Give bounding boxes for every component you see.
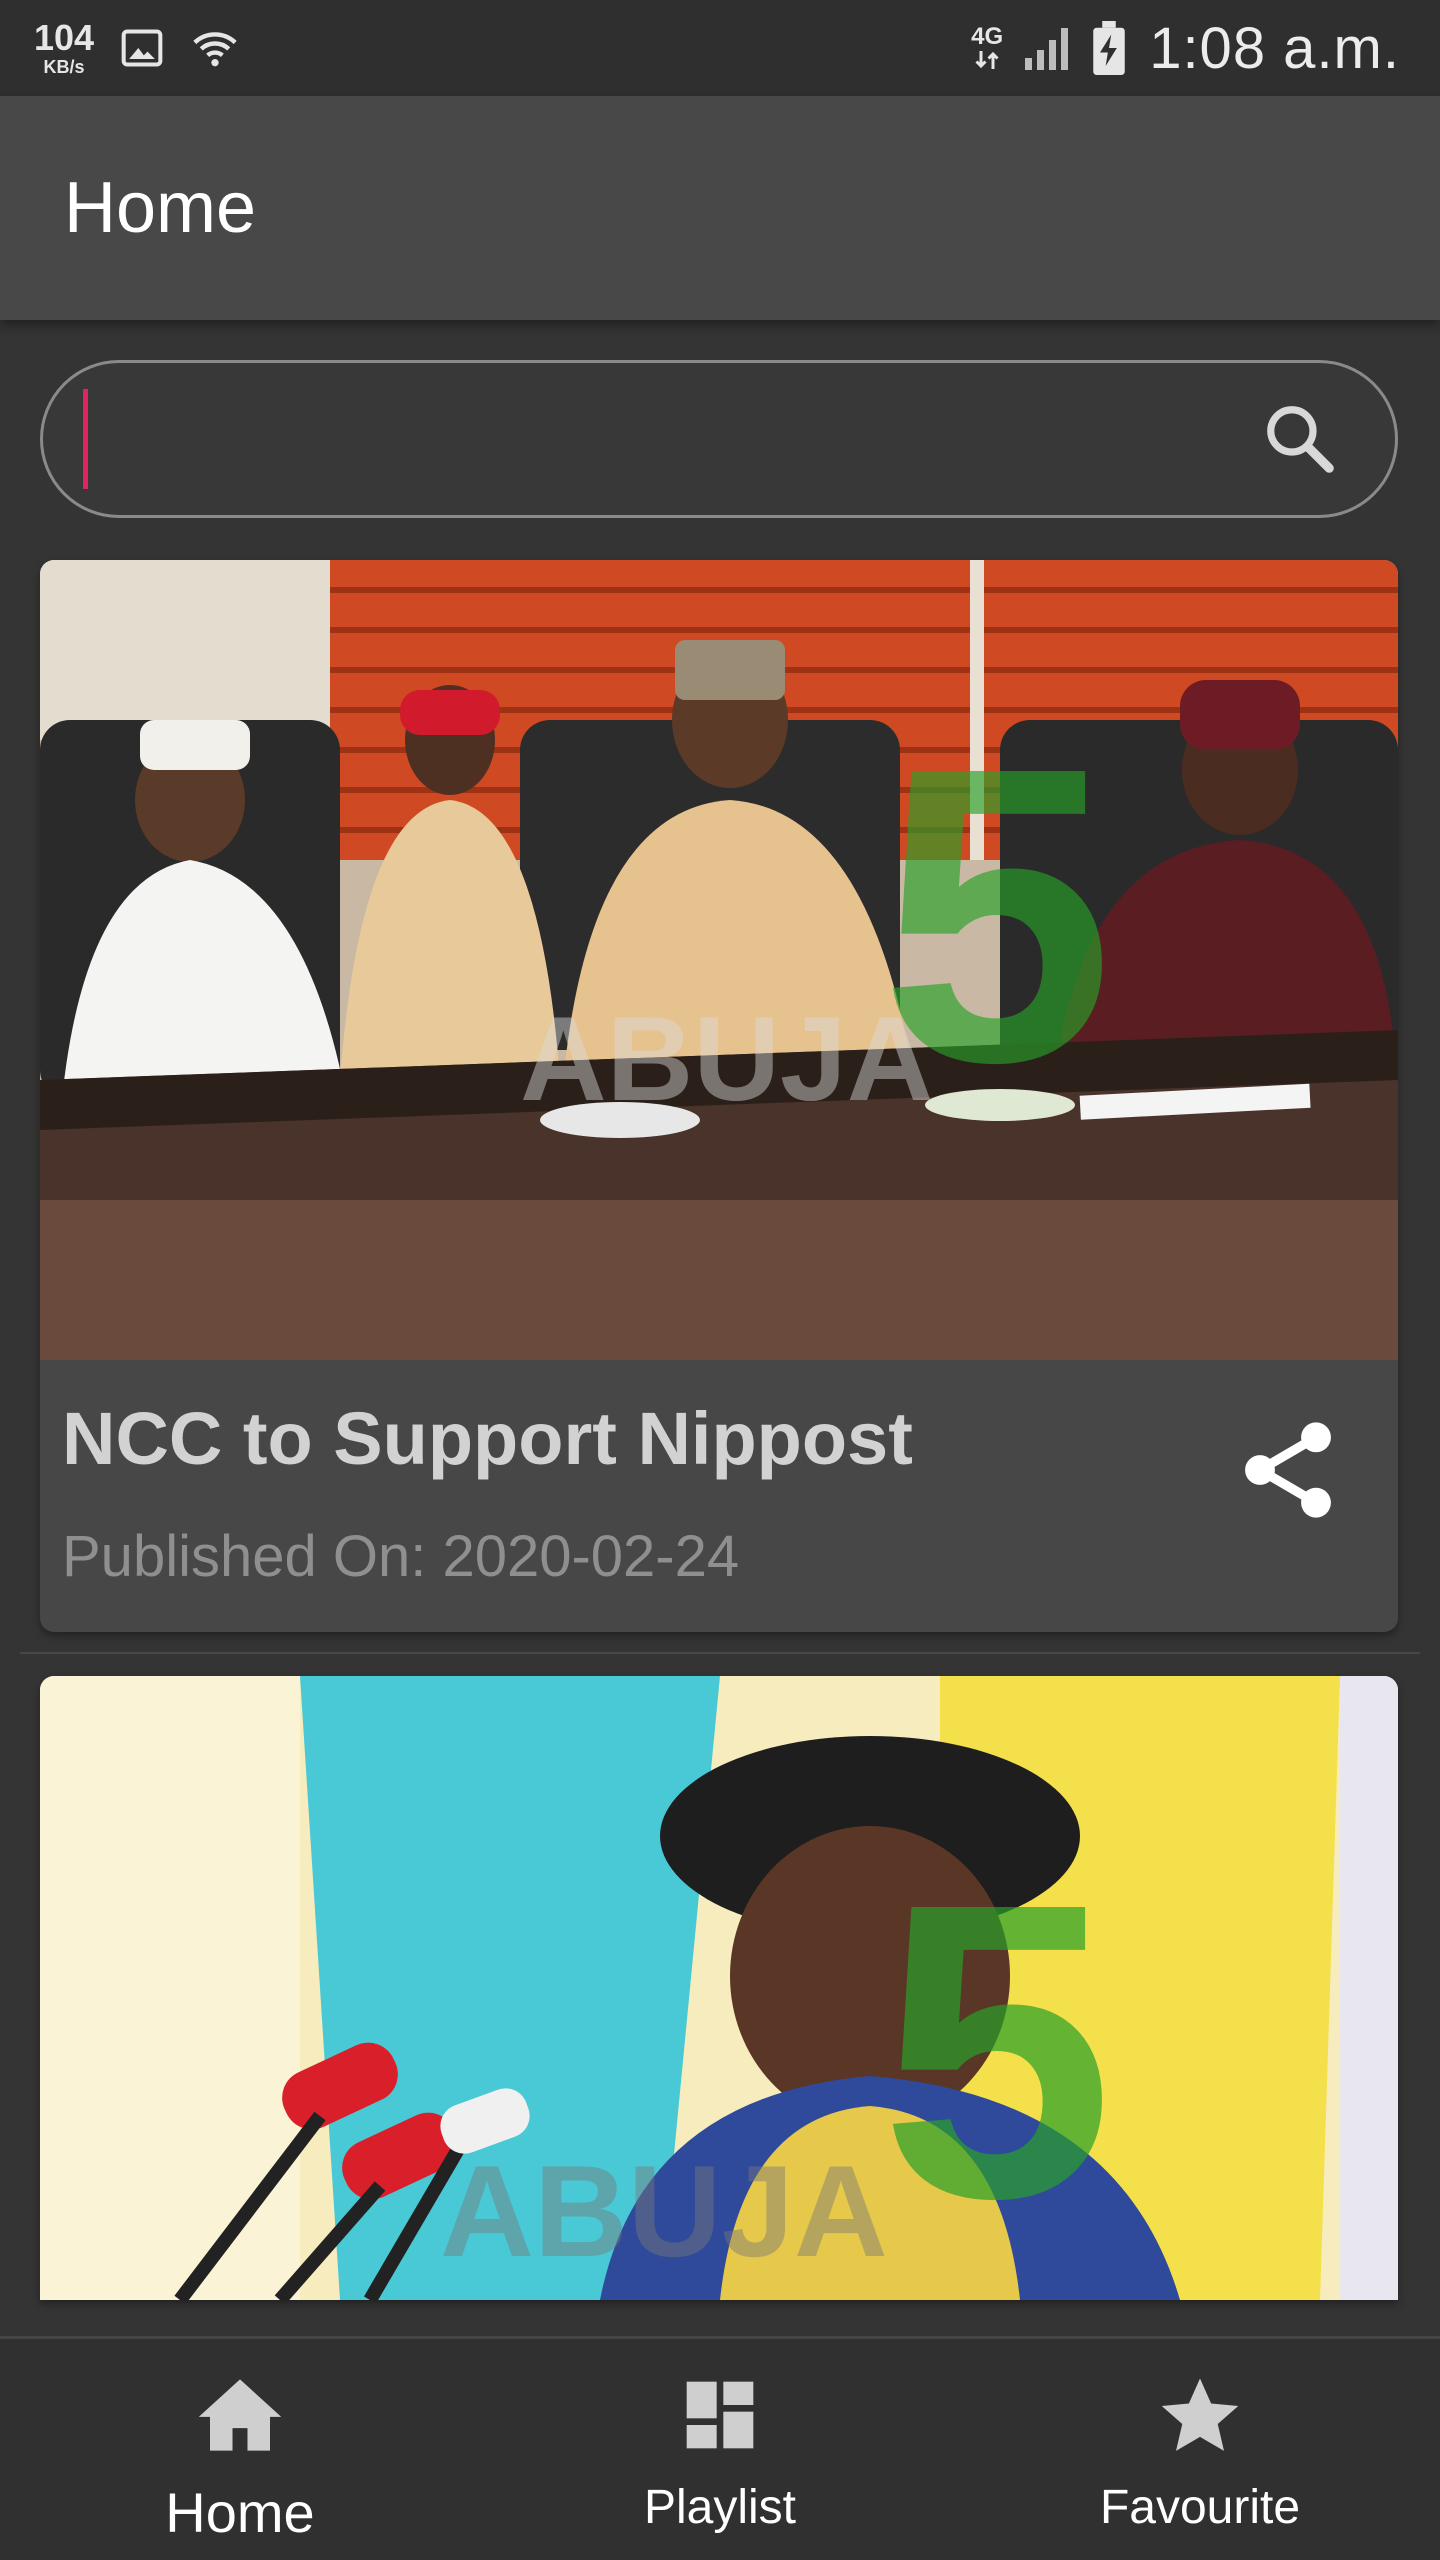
wifi-icon <box>190 26 240 70</box>
playlist-icon <box>680 2375 760 2460</box>
video-published-date: Published On: 2020-02-24 <box>62 1524 740 1589</box>
status-bar-right: 4G 1:08 a.m. <box>971 15 1400 82</box>
video-info: NCC to Support Nippost Published On: 202… <box>40 1360 1398 1632</box>
nav-item-favourite[interactable]: Favourite <box>1020 2339 1380 2560</box>
app-bar: Home <box>0 96 1440 320</box>
status-bar: 104 KB/s 4G 1:08 a.m. <box>0 0 1440 96</box>
page-title: Home <box>64 168 257 248</box>
nav-item-playlist[interactable]: Playlist <box>540 2339 900 2560</box>
network-speed-unit: KB/s <box>43 57 85 77</box>
thumbnail-image-meeting: ABUJA 5 <box>40 560 1398 1360</box>
nav-label-home: Home <box>165 2481 315 2544</box>
nav-label-playlist: Playlist <box>643 2481 797 2534</box>
bottom-navigation: Home Playlist Favourite <box>0 2336 1440 2560</box>
status-bar-left: 104 KB/s <box>34 20 266 76</box>
signal-icon <box>1021 23 1073 73</box>
search-input[interactable] <box>83 389 1255 489</box>
watermark-city: ABUJA <box>520 992 933 1126</box>
list-divider <box>20 1652 1420 1654</box>
home-icon <box>195 2375 285 2460</box>
share-icon[interactable] <box>1226 1408 1350 1532</box>
network-speed: 104 KB/s <box>34 17 95 77</box>
search-bar <box>40 360 1398 518</box>
battery-charging-icon <box>1091 21 1127 75</box>
status-clock: 1:08 a.m. <box>1149 15 1400 81</box>
network-type-label: 4G <box>971 23 1004 50</box>
image-icon <box>120 26 164 70</box>
video-thumbnail[interactable]: ABUJA 5 <box>40 560 1398 1360</box>
network-type-icon: 4G <box>971 25 1003 71</box>
nav-label-favourite: Favourite <box>1099 2481 1301 2534</box>
search-icon[interactable] <box>1255 394 1345 484</box>
video-title[interactable]: NCC to Support Nippost <box>62 1396 1376 1481</box>
watermark-number: 5 <box>880 681 1114 1150</box>
network-speed-value: 104 <box>34 17 95 58</box>
star-icon <box>1158 2375 1242 2460</box>
watermark-number: 5 <box>880 1817 1114 2286</box>
thumbnail-image-speaker: ABUJA 5 <box>40 1676 1398 2300</box>
video-thumbnail[interactable]: ABUJA 5 <box>40 1676 1398 2300</box>
nav-item-home[interactable]: Home <box>60 2339 420 2560</box>
watermark-city: ABUJA <box>440 2138 888 2284</box>
video-card[interactable]: ABUJA 5 NCC to Support Nippost Published… <box>40 560 1398 1632</box>
video-card[interactable]: ABUJA 5 <box>40 1676 1398 2300</box>
